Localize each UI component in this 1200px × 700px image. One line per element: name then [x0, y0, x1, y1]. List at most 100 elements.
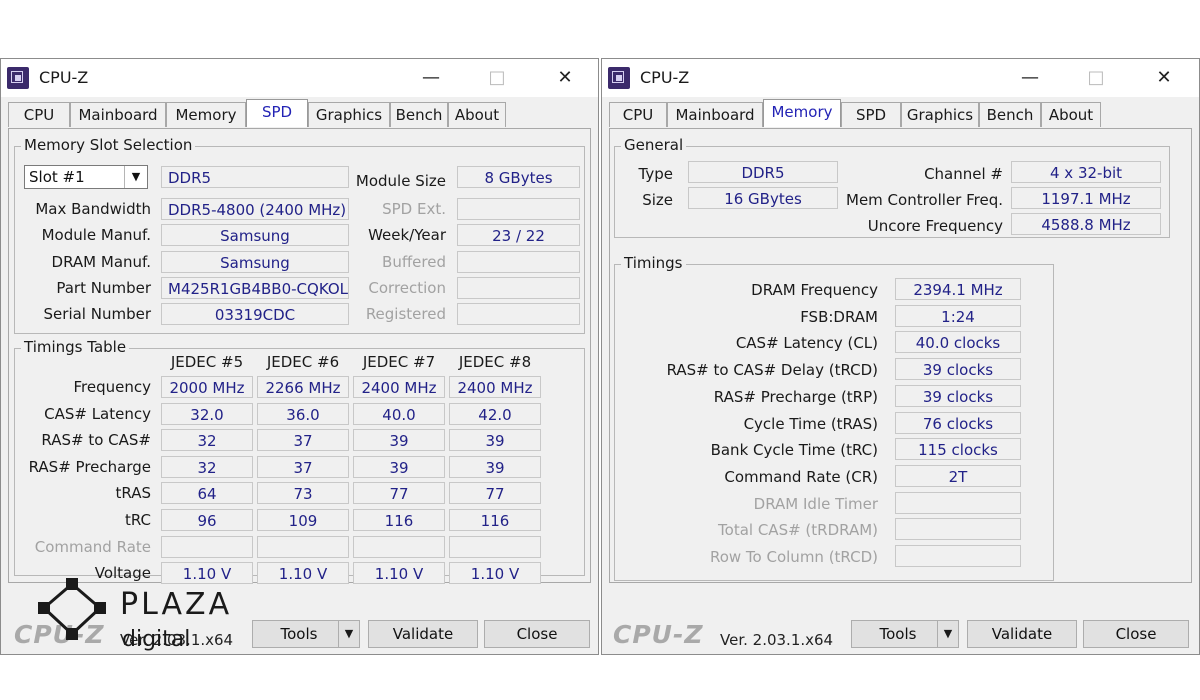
group-title: Timings	[621, 254, 686, 272]
timings-table-group: Timings Table JEDEC #5 JEDEC #6 JEDEC #7…	[14, 338, 585, 585]
close-button[interactable]: Close	[1083, 620, 1189, 648]
week-year-label: Week/Year	[368, 226, 446, 244]
uncore-frequency-field: 4588.8 MHz	[1011, 213, 1161, 235]
tools-button[interactable]: Tools	[252, 620, 346, 648]
part-number-label: Part Number	[56, 279, 151, 297]
group-title: Memory Slot Selection	[21, 136, 196, 154]
tools-dropdown-arrow[interactable]: ▼	[338, 620, 360, 648]
timing-label: DRAM Frequency	[751, 281, 878, 299]
tab-mainboard[interactable]: Mainboard	[70, 102, 166, 127]
timing-label: CAS# Latency (CL)	[735, 334, 878, 353]
tab-memory[interactable]: Memory	[166, 102, 246, 127]
tab-graphics[interactable]: Graphics	[901, 102, 979, 127]
registered-label: Registered	[365, 305, 446, 323]
timing-cell: 1.10 V	[353, 562, 445, 585]
column-header: JEDEC #6	[266, 353, 340, 371]
close-icon[interactable]: ✕	[550, 65, 580, 91]
timing-value: 1:24	[895, 304, 1021, 327]
timing-cell: 39	[449, 455, 541, 478]
timing-cell: 32	[161, 429, 253, 452]
tab-bench[interactable]: Bench	[390, 102, 448, 127]
timing-label: Bank Cycle Time (tRC)	[710, 441, 878, 460]
timing-row-label: RAS# to CAS#	[41, 431, 151, 450]
column-header: JEDEC #5	[170, 353, 244, 371]
timing-label: RAS# to CAS# Delay (tRCD)	[666, 361, 878, 380]
timing-cell: 32.0	[161, 402, 253, 425]
timing-cell: 40.0	[353, 402, 445, 425]
timing-cell: 39	[353, 455, 445, 478]
serial-number-label: Serial Number	[43, 305, 151, 323]
memory-panel: General Type DDR5 Size 16 GBytes Channel…	[609, 128, 1192, 583]
tab-memory[interactable]: Memory	[763, 99, 841, 127]
validate-button[interactable]: Validate	[368, 620, 478, 648]
timing-row-label: Frequency	[73, 378, 152, 396]
timing-label: FSB:DRAM	[800, 307, 878, 326]
dram-manuf-field: Samsung	[161, 251, 349, 273]
tab-graphics[interactable]: Graphics	[308, 102, 390, 127]
close-button[interactable]: Close	[484, 620, 590, 648]
tab-spd[interactable]: SPD	[246, 99, 308, 127]
spd-ext-field	[457, 198, 580, 220]
timing-row-label: tRC	[124, 511, 151, 529]
module-manuf-field: Samsung	[161, 224, 349, 246]
minimize-icon[interactable]: —	[1015, 65, 1045, 91]
timings-group: Timings DRAM Frequency 2394.1 MHz FSB:DRAM…	[614, 254, 1054, 581]
timing-cell	[353, 535, 445, 558]
cpuz-app-icon	[608, 67, 630, 89]
spd-panel: Memory Slot Selection Slot #1 ▼ DDR5 Max…	[8, 128, 591, 585]
column-header: JEDEC #7	[362, 353, 436, 371]
window-title: CPU-Z	[640, 68, 690, 87]
timing-label: DRAM Idle Timer	[753, 494, 878, 513]
timing-cell: 39	[353, 429, 445, 452]
tab-spd[interactable]: SPD	[841, 102, 901, 127]
timing-cell: 2400 MHz	[449, 376, 541, 398]
timing-label: Row To Column (tRCD)	[709, 548, 878, 566]
timing-row-label: tRAS	[115, 484, 151, 503]
timing-row-label: RAS# Precharge	[28, 457, 151, 476]
tab-cpu[interactable]: CPU	[609, 102, 667, 127]
type-label: Type	[638, 165, 673, 183]
tab-mainboard[interactable]: Mainboard	[667, 102, 763, 127]
correction-label: Correction	[368, 279, 446, 297]
timing-cell: 1.10 V	[257, 562, 349, 585]
timing-cell: 36.0	[257, 402, 349, 425]
memory-type-field: DDR5	[161, 166, 349, 188]
timing-cell: 96	[161, 509, 253, 531]
timing-row-label: CAS# Latency	[44, 404, 151, 423]
timing-value: 2394.1 MHz	[895, 278, 1021, 300]
group-title: General	[621, 136, 687, 154]
tab-about[interactable]: About	[1041, 102, 1101, 127]
size-field: 16 GBytes	[688, 187, 838, 209]
slot-select[interactable]: Slot #1 ▼	[24, 165, 148, 189]
chevron-down-icon: ▼	[124, 166, 147, 188]
timing-cell: 77	[353, 482, 445, 505]
timing-value: 39 clocks	[895, 384, 1021, 407]
minimize-icon[interactable]: —	[416, 65, 446, 91]
spd-ext-label: SPD Ext.	[382, 200, 446, 218]
tab-about[interactable]: About	[448, 102, 506, 127]
timing-value: 40.0 clocks	[895, 331, 1021, 354]
timing-label: Command Rate (CR)	[724, 467, 878, 486]
version-text: Ver. 2.03.1.x64	[720, 631, 834, 649]
close-icon[interactable]: ✕	[1149, 65, 1179, 91]
tools-button[interactable]: Tools	[851, 620, 945, 648]
timing-label: Total CAS# (tRDRAM)	[718, 521, 878, 540]
timing-cell: 116	[353, 509, 445, 531]
maximize-icon[interactable]: □	[482, 65, 512, 91]
timing-cell	[449, 535, 541, 558]
tools-dropdown-arrow[interactable]: ▼	[937, 620, 959, 648]
timing-label: Cycle Time (tRAS)	[743, 414, 878, 433]
max-bandwidth-label: Max Bandwidth	[35, 200, 151, 218]
timing-cell: 2400 MHz	[353, 376, 445, 398]
tab-cpu[interactable]: CPU	[8, 102, 70, 127]
tab-bench[interactable]: Bench	[979, 102, 1041, 127]
watermark-line1: PLAZA	[120, 587, 232, 622]
title-bar: CPU-Z — □ ✕	[602, 59, 1199, 97]
maximize-icon[interactable]: □	[1081, 65, 1111, 91]
timing-value: 115 clocks	[895, 438, 1021, 461]
watermark-line2: digital	[122, 627, 190, 652]
memory-slot-group: Memory Slot Selection Slot #1 ▼ DDR5 Max…	[14, 136, 585, 334]
watermark-node	[66, 578, 78, 590]
validate-button[interactable]: Validate	[967, 620, 1077, 648]
channel-field: 4 x 32-bit	[1011, 161, 1161, 183]
